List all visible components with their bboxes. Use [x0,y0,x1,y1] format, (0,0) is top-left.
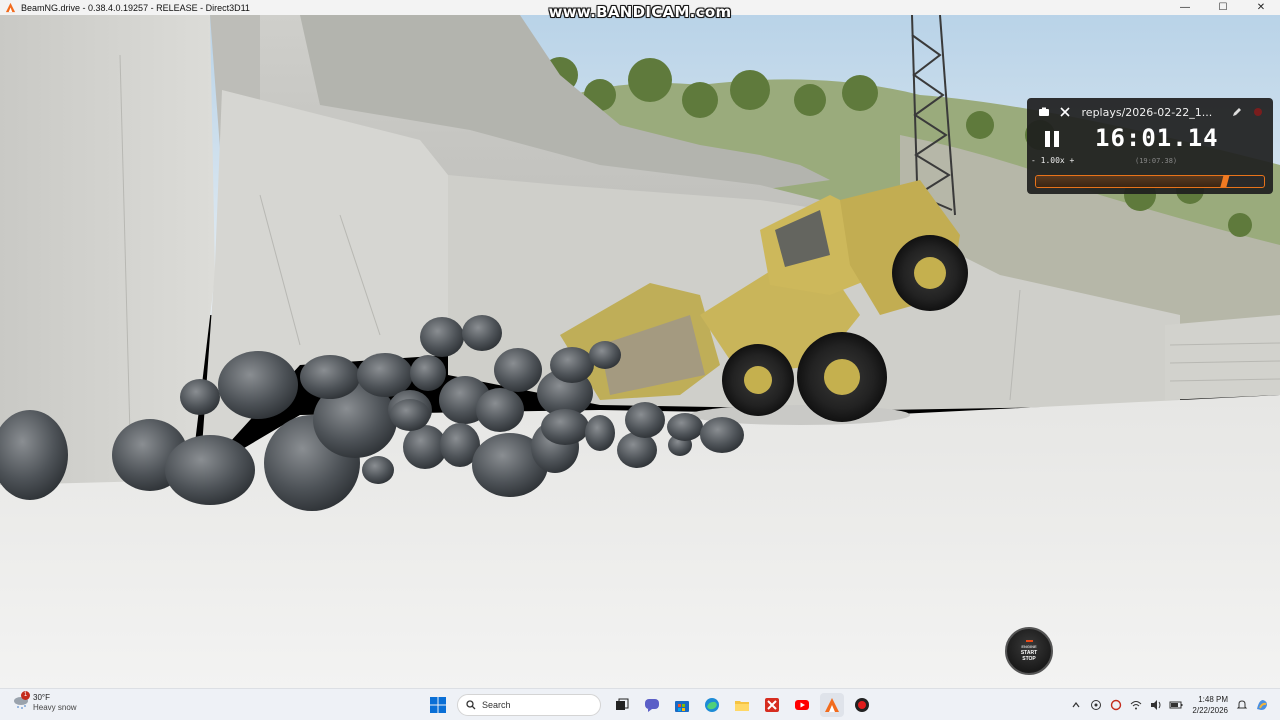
battery-icon[interactable] [1167,696,1185,714]
close-replay-button[interactable] [1054,102,1075,122]
chevron-up-icon[interactable] [1067,696,1085,714]
copilot-icon[interactable] [1253,696,1271,714]
bandicam-record-icon[interactable] [850,693,874,717]
record-icon[interactable] [1248,102,1269,122]
xmind-icon[interactable] [760,693,784,717]
task-view-icon[interactable] [610,693,634,717]
search-input[interactable]: Search [457,694,601,716]
windows-start-icon[interactable] [426,693,450,717]
timeline-progress [1036,176,1226,187]
playback-speed[interactable]: - 1.00x + [1031,156,1074,165]
engine-stop-label: STOP [1022,656,1036,662]
network-icon[interactable] [1087,696,1105,714]
weather-badge: 1 [21,691,30,700]
pause-button[interactable] [1041,128,1063,150]
beamng-icon[interactable] [820,693,844,717]
search-placeholder: Search [482,700,511,710]
file-explorer-icon[interactable] [730,693,754,717]
search-icon [466,700,476,710]
youtube-icon[interactable] [790,693,814,717]
sync-icon[interactable] [1107,696,1125,714]
weather-widget[interactable]: 1 30°F Heavy snow [12,691,77,713]
replay-timeline-slider[interactable] [1035,175,1265,188]
weather-temp: 30°F [33,693,50,702]
taskbar-clock[interactable]: 1:48 PM 2/22/2026 [1192,694,1228,716]
bandicam-watermark: www.BANDICAM.com [548,3,732,21]
edge-icon[interactable] [700,693,724,717]
timeline-handle[interactable] [1220,175,1230,187]
replay-total-time: (19:07.38) [1135,157,1178,165]
notification-icon[interactable] [1233,696,1251,714]
clock-time: 1:48 PM [1198,695,1228,704]
pencil-icon[interactable] [1226,102,1247,122]
weather-condition: Heavy snow [33,703,77,712]
replay-filename: replays/2026-02-22_1... [1081,105,1213,119]
engine-start-stop-button[interactable]: ENGINE START STOP [1005,627,1053,675]
chat-icon[interactable] [640,693,664,717]
wifi-icon[interactable] [1127,696,1145,714]
replay-time: 16:01.14 [1095,124,1219,152]
clock-date: 2/22/2026 [1192,706,1228,715]
camera-icon[interactable] [1033,102,1054,122]
store-icon[interactable] [670,693,694,717]
volume-icon[interactable] [1147,696,1165,714]
snow-cloud-icon: 1 [12,691,30,711]
taskbar: 1 30°F Heavy snow Search 1:48 PM 2/22/20… [0,688,1280,720]
replay-panel: replays/2026-02-22_1... 16:01.14 - 1.00x… [1027,98,1273,194]
game-viewport[interactable]: replays/2026-02-22_1... 16:01.14 - 1.00x… [0,15,1280,688]
